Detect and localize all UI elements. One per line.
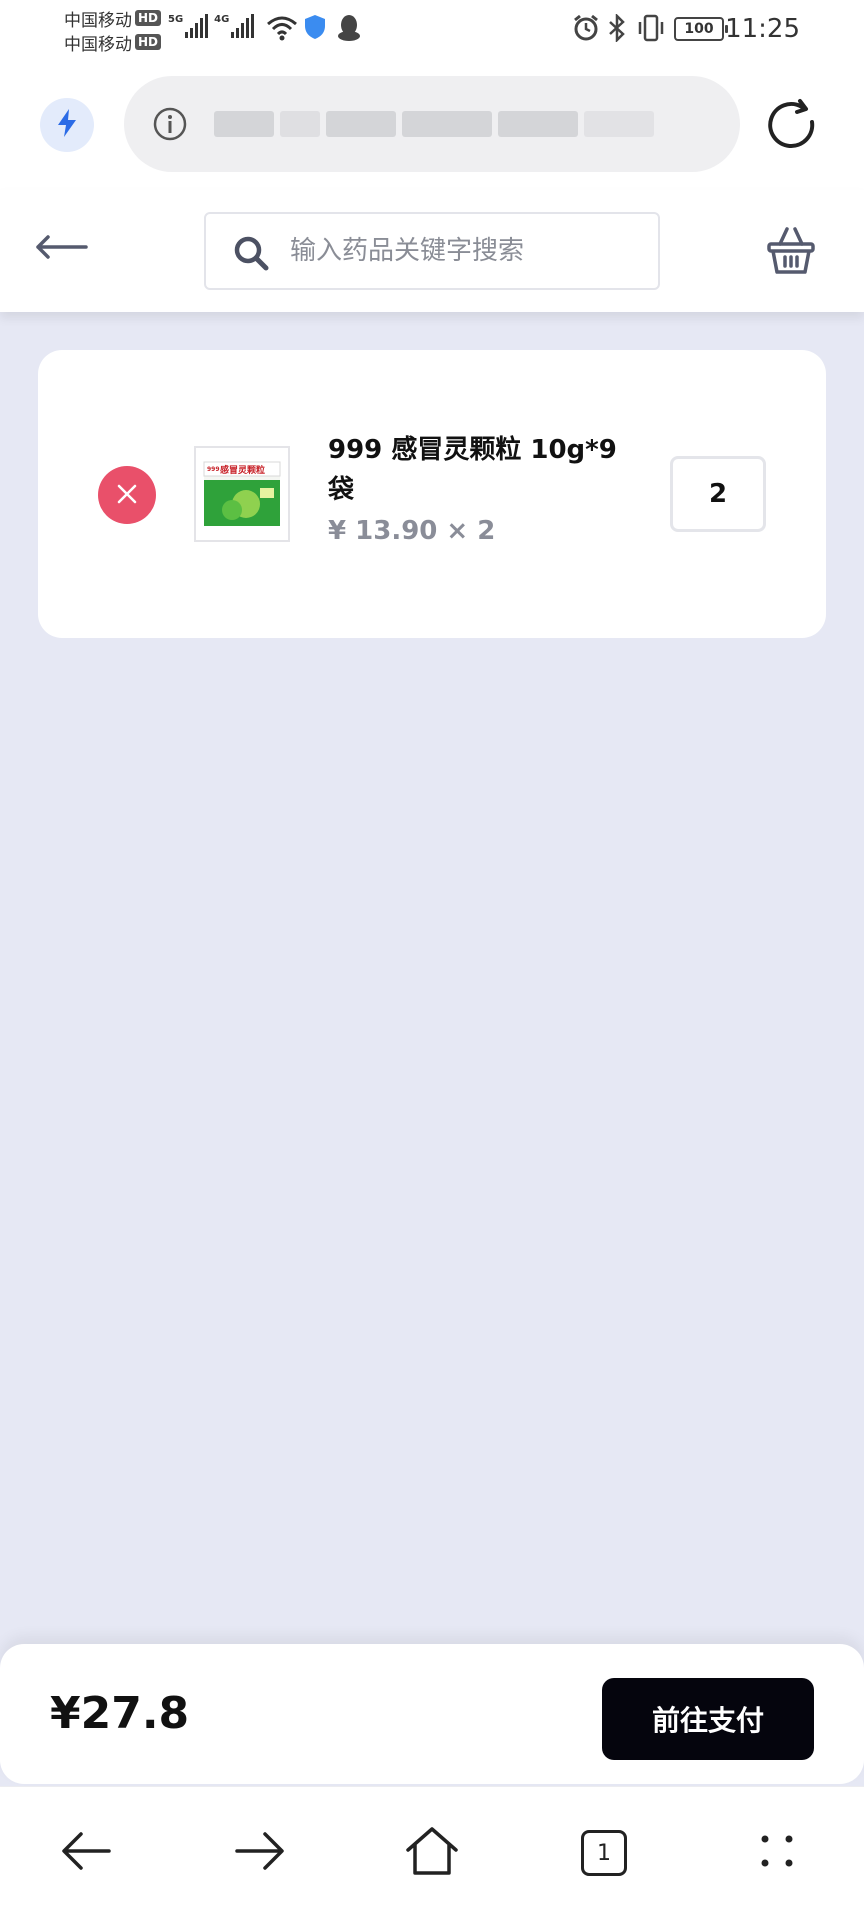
network-tag-4g: 4G [214,14,230,25]
bluetooth-icon [608,12,626,46]
pay-button[interactable]: 前往支付 [602,1678,814,1760]
thumb-brand: 999 [207,466,220,473]
product-name[interactable]: 999 感冒灵颗粒 10g*9袋 [328,430,628,510]
forward-button[interactable] [228,1821,292,1885]
thumb-label: 感冒灵颗粒 [220,464,265,476]
qq-icon [336,14,362,46]
total-amount: ¥27.8 [50,1688,190,1739]
back-arrow-icon[interactable] [34,230,88,268]
carrier-block: 中国移动 HD 中国移动 HD [64,6,162,55]
tabs-button[interactable]: 1 [572,1821,636,1885]
signal-bars-icon [231,14,255,38]
alarm-icon [572,14,600,46]
reload-icon[interactable] [764,98,820,158]
quantity-input[interactable]: 2 [670,456,766,532]
basket-icon[interactable] [766,224,816,280]
back-icon [61,1829,111,1877]
url-bar[interactable] [124,76,740,172]
close-icon [116,483,138,508]
carrier-name: 中国移动 [64,10,132,31]
medicine-box-image: 999 感冒灵颗粒 [203,461,281,526]
search-icon [232,234,270,276]
battery-indicator: 100 [674,17,728,41]
status-bar: 中国移动 HD 中国移动 HD 5G 4G 100 11:25 [0,0,864,60]
search-box[interactable] [204,212,660,290]
info-icon[interactable] [152,106,188,146]
browser-nav-bar: 1 [0,1786,864,1920]
hd-badge: HD [135,34,162,50]
wifi-icon [266,14,298,46]
bolt-button[interactable] [40,98,94,152]
tabs-icon: 1 [581,1830,627,1876]
status-time: 11:25 [725,14,800,44]
hd-badge: HD [135,10,162,26]
menu-icon [757,1831,797,1875]
home-button[interactable] [400,1821,464,1885]
home-icon [405,1826,459,1880]
cart-item-card: 999 感冒灵颗粒 999 感冒灵颗粒 10g*9袋 ¥ 13.90 × 2 2 [38,350,826,638]
carrier-name: 中国移动 [64,34,132,55]
vibrate-icon [636,14,666,46]
menu-button[interactable] [745,1821,809,1885]
product-image[interactable]: 999 感冒灵颗粒 [194,446,290,542]
back-button[interactable] [54,1821,118,1885]
bolt-icon [56,108,78,142]
page-header [0,190,864,312]
checkout-bar: ¥27.8 前往支付 [0,1644,864,1784]
network-tag-5g: 5G [168,14,184,25]
carrier-2: 中国移动 HD [64,30,162,55]
signal-group: 5G 4G [168,14,255,38]
product-price: ¥ 13.90 × 2 [328,516,496,546]
remove-item-button[interactable] [98,466,156,524]
forward-icon [235,1829,285,1877]
status-right: 100 11:25 [564,0,864,60]
search-input[interactable] [290,214,640,288]
carrier-1: 中国移动 HD [64,6,162,31]
shield-icon [304,14,326,44]
url-text-blurred[interactable] [214,100,674,148]
signal-bars-icon [185,14,209,38]
browser-address-bar [0,60,864,190]
